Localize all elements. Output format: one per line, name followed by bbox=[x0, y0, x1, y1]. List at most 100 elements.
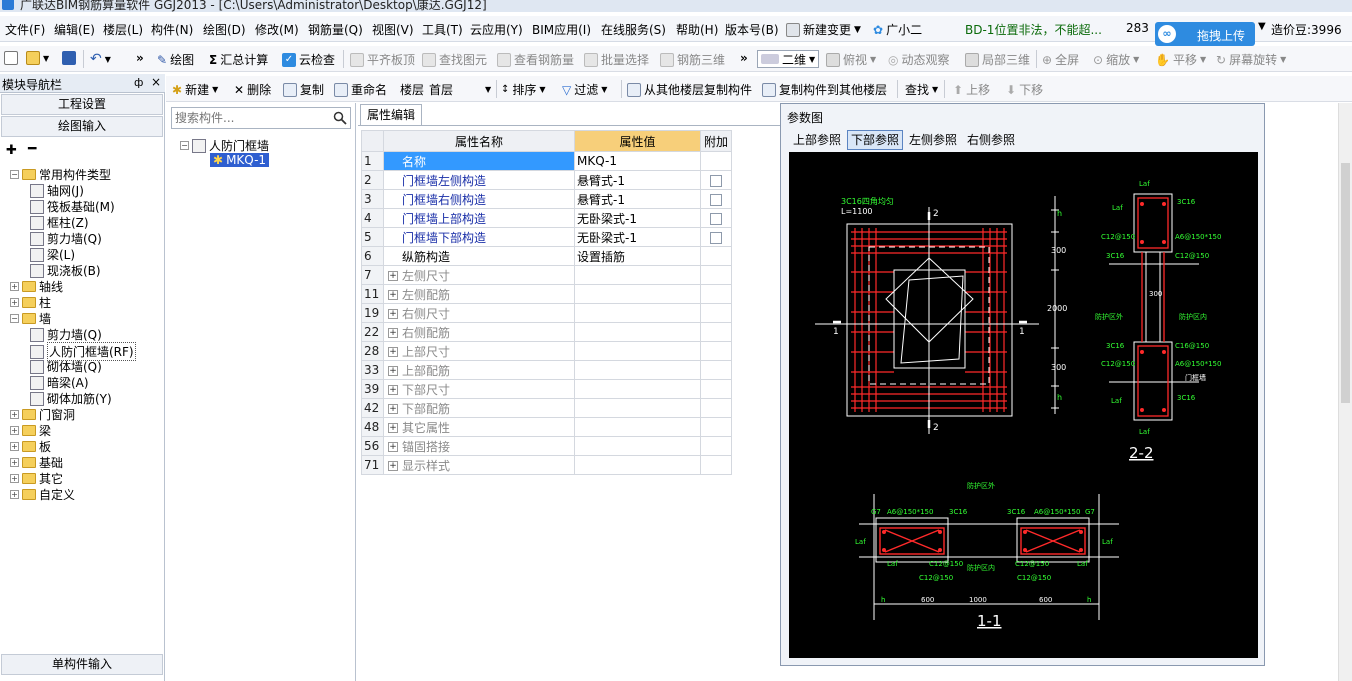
collapse-icon[interactable]: − bbox=[10, 314, 19, 323]
expand-icon[interactable]: + bbox=[388, 328, 398, 338]
rotate-button[interactable]: ↻ 屏幕旋转 ▼ bbox=[1216, 51, 1286, 68]
expand-icon[interactable]: + bbox=[388, 404, 398, 414]
property-value-cell[interactable] bbox=[574, 360, 701, 380]
tab-left-ref[interactable]: 左侧参照 bbox=[905, 130, 961, 150]
tree-item[interactable]: 砌体墙(Q) bbox=[30, 358, 102, 375]
pin-icon[interactable]: ф bbox=[134, 76, 143, 89]
cad-drawing-canvas[interactable]: 3C16四角均匀 L=1100 2 2 1 1 h 300 2000 300 h bbox=[789, 152, 1258, 658]
property-row[interactable]: 2 门框墙左侧构造 悬臂式-1 bbox=[361, 170, 732, 190]
tree-item[interactable]: 梁(L) bbox=[30, 246, 75, 263]
tab-property-edit[interactable]: 属性编辑 bbox=[360, 104, 422, 126]
expand-icon[interactable]: + bbox=[388, 366, 398, 376]
expand-icon[interactable]: + bbox=[388, 385, 398, 395]
draw-button[interactable]: ✎ 绘图 bbox=[157, 51, 194, 68]
menu-version[interactable]: 版本号(B) bbox=[725, 21, 779, 38]
expand-icon[interactable]: + bbox=[388, 347, 398, 357]
floor-select[interactable]: 首层 ▼ bbox=[429, 81, 493, 98]
tree-item[interactable]: − 常用构件类型 bbox=[10, 166, 111, 183]
property-row[interactable]: 28 + 上部尺寸 bbox=[361, 341, 732, 361]
menu-cloud[interactable]: 云应用(Y) bbox=[470, 21, 523, 38]
local-3d-button[interactable]: 局部三维 bbox=[965, 51, 1030, 68]
tree-item[interactable]: + 自定义 bbox=[10, 486, 75, 503]
delete-button[interactable]: ✕ 删除 bbox=[234, 81, 271, 98]
property-value-cell[interactable] bbox=[574, 265, 701, 285]
expand-icon[interactable]: + bbox=[388, 271, 398, 281]
tab-right-ref[interactable]: 右侧参照 bbox=[963, 130, 1019, 150]
undo-button[interactable]: ↶ ▼ bbox=[90, 51, 111, 67]
property-row[interactable]: 3 门框墙右侧构造 悬臂式-1 bbox=[361, 189, 732, 209]
rename-button[interactable]: 重命名 bbox=[334, 81, 387, 98]
expand-icon[interactable]: + bbox=[388, 461, 398, 471]
tree-item[interactable]: 框柱(Z) bbox=[30, 214, 89, 231]
flush-slab-button[interactable]: 平齐板顶 bbox=[350, 51, 415, 68]
pan-button[interactable]: ✋ 平移 ▼ bbox=[1155, 51, 1206, 68]
property-row[interactable]: 71 + 显示样式 bbox=[361, 455, 732, 475]
tree-item[interactable]: 筏板基础(M) bbox=[30, 198, 115, 215]
search-icon[interactable] bbox=[333, 111, 347, 125]
single-input-button[interactable]: 单构件输入 bbox=[1, 654, 163, 675]
tree-item[interactable]: + 基础 bbox=[10, 454, 63, 471]
tab-bottom-ref[interactable]: 下部参照 bbox=[847, 130, 904, 150]
overflow-chevron-icon[interactable]: » bbox=[136, 51, 144, 65]
move-down-button[interactable]: ⬇ 下移 bbox=[1006, 81, 1043, 98]
property-value-cell[interactable]: 设置插筋 bbox=[574, 246, 701, 266]
tree-item[interactable]: + 门窗洞 bbox=[10, 406, 75, 423]
property-row[interactable]: 7 + 左侧尺寸 bbox=[361, 265, 732, 285]
assistant-button[interactable]: ✿ 广小二 bbox=[873, 21, 922, 38]
top-view-button[interactable]: 俯视 ▼ bbox=[826, 51, 876, 68]
property-value-cell[interactable]: MKQ-1 bbox=[574, 151, 701, 171]
tree-item[interactable]: 剪力墙(Q) bbox=[30, 326, 102, 343]
property-row[interactable]: 33 + 上部配筋 bbox=[361, 360, 732, 380]
collapse-icon[interactable]: − bbox=[10, 170, 19, 179]
expand-icon[interactable]: + bbox=[388, 309, 398, 319]
attach-checkbox[interactable] bbox=[710, 231, 722, 244]
tree-item[interactable]: + 轴线 bbox=[10, 278, 63, 295]
close-icon[interactable]: × bbox=[151, 75, 161, 89]
chevron-down-icon[interactable]: ▼ bbox=[1258, 21, 1266, 32]
property-value-cell[interactable] bbox=[574, 455, 701, 475]
menu-bim[interactable]: BIM应用(I) bbox=[532, 21, 591, 38]
expand-icon[interactable]: + bbox=[10, 298, 19, 307]
tree-item[interactable]: + 梁 bbox=[10, 422, 51, 439]
copy-from-floor-button[interactable]: 从其他楼层复制构件 bbox=[627, 81, 752, 98]
property-value-cell[interactable]: 无卧梁式-1 bbox=[574, 227, 701, 247]
sort-button[interactable]: ↕ 排序 ▼ bbox=[501, 81, 546, 98]
property-value-cell[interactable]: 无卧梁式-1 bbox=[574, 208, 701, 228]
tree-item[interactable]: + 其它 bbox=[10, 470, 63, 487]
component-item-mkq1[interactable]: ✱ MKQ-1 bbox=[210, 153, 270, 167]
expand-icon[interactable]: + bbox=[10, 426, 19, 435]
tree-item[interactable]: + 柱 bbox=[10, 294, 51, 311]
right-scrollbar[interactable] bbox=[1338, 103, 1352, 681]
attach-checkbox[interactable] bbox=[710, 174, 722, 187]
property-value-cell[interactable]: 悬臂式-1 bbox=[574, 189, 701, 209]
copy-to-floor-button[interactable]: 复制构件到其他楼层 bbox=[762, 81, 887, 98]
drawing-input-button[interactable]: 绘图输入 bbox=[1, 116, 163, 137]
property-row[interactable]: 1 名称 MKQ-1 bbox=[361, 151, 732, 171]
expand-all-icon[interactable]: ✚ bbox=[6, 143, 17, 158]
property-value-cell[interactable] bbox=[574, 398, 701, 418]
property-value-cell[interactable] bbox=[574, 341, 701, 361]
tab-top-ref[interactable]: 上部参照 bbox=[789, 130, 845, 150]
new-component-button[interactable]: ✱ 新建 ▼ bbox=[172, 81, 218, 98]
fullscreen-button[interactable]: ⊕ 全屏 bbox=[1042, 51, 1079, 68]
property-value-cell[interactable] bbox=[574, 436, 701, 456]
expand-icon[interactable]: + bbox=[10, 474, 19, 483]
menu-modify[interactable]: 修改(M) bbox=[255, 21, 299, 38]
property-row[interactable]: 48 + 其它属性 bbox=[361, 417, 732, 437]
attach-checkbox[interactable] bbox=[710, 193, 722, 206]
collapse-all-icon[interactable]: ━ bbox=[28, 141, 36, 157]
project-settings-button[interactable]: 工程设置 bbox=[1, 94, 163, 115]
tree-group-rf-wall[interactable]: − 人防门框墙 bbox=[180, 137, 269, 154]
copy-button[interactable]: 复制 bbox=[283, 81, 324, 98]
tree-item[interactable]: 砌体加筋(Y) bbox=[30, 390, 112, 407]
property-row[interactable]: 5 门框墙下部构造 无卧梁式-1 bbox=[361, 227, 732, 247]
tree-item[interactable]: 现浇板(B) bbox=[30, 262, 101, 279]
property-row[interactable]: 39 + 下部尺寸 bbox=[361, 379, 732, 399]
orbit-button[interactable]: ◎ 动态观察 bbox=[888, 51, 950, 68]
new-file-button[interactable] bbox=[4, 51, 18, 65]
expand-icon[interactable]: + bbox=[388, 423, 398, 433]
property-value-cell[interactable] bbox=[574, 417, 701, 437]
collapse-icon[interactable]: − bbox=[180, 141, 189, 150]
expand-icon[interactable]: + bbox=[10, 282, 19, 291]
tree-item[interactable]: − 墙 bbox=[10, 310, 51, 327]
